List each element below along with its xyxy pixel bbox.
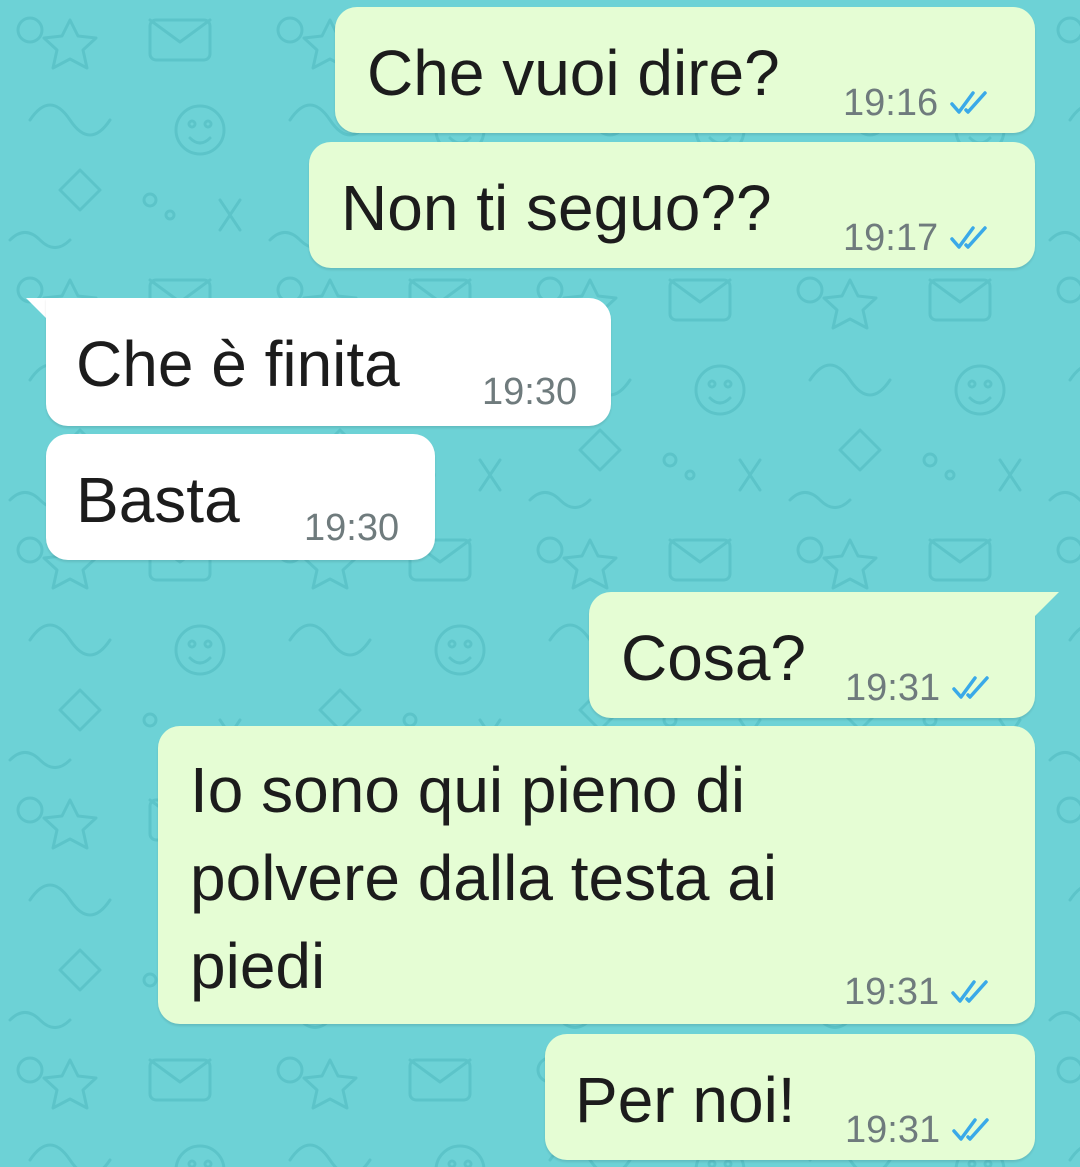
message-meta: 19:30 — [304, 508, 399, 548]
message-meta: 19:30 — [482, 372, 577, 412]
message-line: Io sono qui pieno di — [190, 754, 746, 826]
message-text: Che vuoi dire? — [367, 37, 780, 109]
message-meta: 19:31 — [844, 972, 993, 1012]
message-list[interactable]: Che vuoi dire? 19:16 Non ti seguo?? 19:1… — [0, 0, 1080, 1167]
incoming-message[interactable]: Basta 19:30 — [46, 434, 435, 560]
outgoing-message[interactable]: Non ti seguo?? 19:17 — [309, 142, 1035, 268]
read-ticks-icon — [950, 91, 987, 114]
message-meta: 19:31 — [845, 668, 994, 708]
message-meta: 19:16 — [843, 83, 992, 123]
message-text: Non ti seguo?? — [341, 172, 772, 244]
message-time: 19:30 — [482, 371, 578, 413]
incoming-message[interactable]: Che è finita 19:30 — [46, 298, 611, 426]
message-time: 19:17 — [843, 217, 939, 259]
outgoing-message[interactable]: Per noi! 19:31 — [545, 1034, 1035, 1160]
message-time: 19:31 — [845, 667, 941, 709]
message-text: Cosa? — [621, 622, 806, 694]
read-ticks-icon — [952, 676, 989, 699]
outgoing-message[interactable]: Cosa? 19:31 — [589, 592, 1035, 718]
message-time: 19:31 — [845, 1109, 941, 1151]
read-ticks-icon — [951, 980, 988, 1003]
message-meta: 19:31 — [845, 1110, 994, 1150]
read-ticks-icon — [952, 1118, 989, 1141]
message-time: 19:16 — [843, 82, 939, 124]
outgoing-message[interactable]: Io sono qui pieno di polvere dalla testa… — [158, 726, 1035, 1024]
message-meta: 19:17 — [843, 218, 992, 258]
read-ticks-icon — [950, 226, 987, 249]
message-text: Basta — [76, 464, 240, 536]
message-text: Per noi! — [575, 1064, 796, 1136]
message-time: 19:31 — [844, 971, 940, 1013]
message-line: piedi — [190, 930, 326, 1002]
message-line: polvere dalla testa ai — [190, 842, 778, 914]
bubble-tail — [1033, 592, 1059, 618]
message-time: 19:30 — [304, 507, 400, 549]
message-text: Che è finita — [76, 328, 400, 400]
outgoing-message[interactable]: Che vuoi dire? 19:16 — [335, 7, 1035, 133]
